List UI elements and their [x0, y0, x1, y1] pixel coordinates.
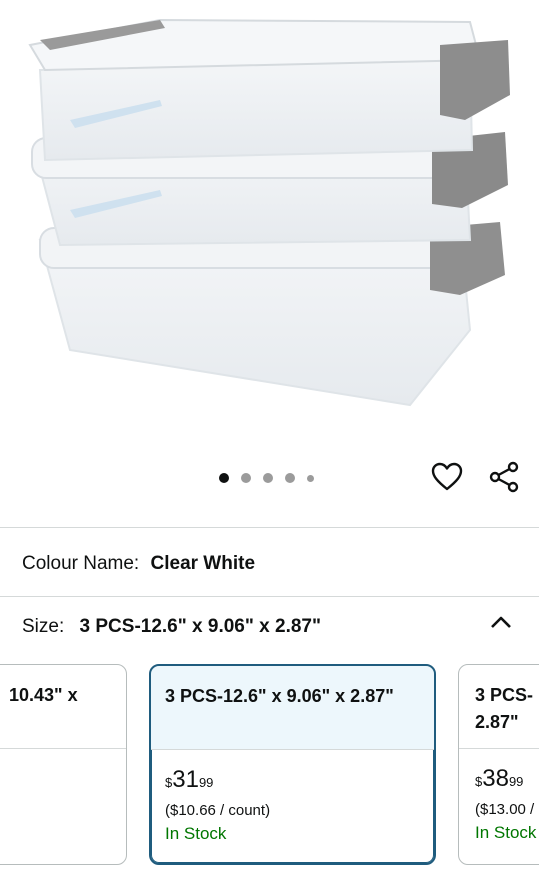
size-option-card[interactable]: 10.43" x — [0, 664, 127, 865]
stock-status: In Stock — [475, 823, 537, 842]
wishlist-button[interactable] — [427, 457, 467, 497]
size-collapse-button[interactable] — [483, 606, 519, 638]
product-page: Colour Name: Clear White Size: 3 PCS-12.… — [0, 0, 539, 882]
colour-value: Clear White — [150, 553, 256, 574]
section-divider — [0, 527, 539, 528]
unit-price: ($10.66 / count) — [165, 802, 271, 819]
carousel-dot-5[interactable] — [307, 474, 314, 482]
price-cents: 99 — [198, 775, 214, 790]
price-currency: $ — [165, 775, 173, 790]
price-currency: $ — [475, 774, 483, 789]
image-carousel-dots[interactable] — [219, 471, 326, 485]
carousel-dot-4[interactable] — [285, 473, 295, 483]
colour-name-row: Colour Name: Clear White — [22, 553, 255, 575]
section-divider — [0, 596, 539, 597]
size-option-card[interactable]: 3 PCS- 2.87" $3899 ($13.00 / In Stock — [458, 664, 539, 865]
carousel-dot-2[interactable] — [241, 473, 251, 483]
price-cents: 99 — [508, 774, 524, 789]
product-image[interactable] — [0, 0, 539, 440]
size-value: 3 PCS-12.6" x 9.06" x 2.87" — [79, 616, 321, 637]
unit-price: ($13.00 / — [475, 801, 535, 818]
share-button[interactable] — [484, 457, 524, 497]
price-whole: 38 — [482, 765, 509, 792]
size-row[interactable]: Size: 3 PCS-12.6" x 9.06" x 2.87" — [22, 616, 321, 638]
storage-box-image — [28, 18, 510, 407]
price-whole: 31 — [172, 766, 199, 793]
colour-label: Colour Name: — [22, 553, 140, 574]
carousel-dot-3[interactable] — [263, 473, 273, 483]
chevron-up-icon — [491, 616, 511, 628]
size-option-card-selected[interactable]: 3 PCS-12.6" x 9.06" x 2.87" $3199 ($10.6… — [149, 664, 436, 865]
share-icon — [489, 461, 519, 493]
size-label: Size: — [22, 616, 65, 637]
size-option-title: 10.43" x — [0, 665, 126, 749]
stock-status: In Stock — [165, 824, 227, 843]
carousel-dot-1[interactable] — [219, 473, 229, 483]
option-price: $3199 — [165, 766, 420, 794]
size-option-title: 3 PCS-12.6" x 9.06" x 2.87" — [151, 666, 434, 750]
size-option-title: 3 PCS- 2.87" — [459, 665, 539, 749]
heart-icon — [431, 462, 463, 491]
option-price: $3899 — [475, 765, 539, 793]
